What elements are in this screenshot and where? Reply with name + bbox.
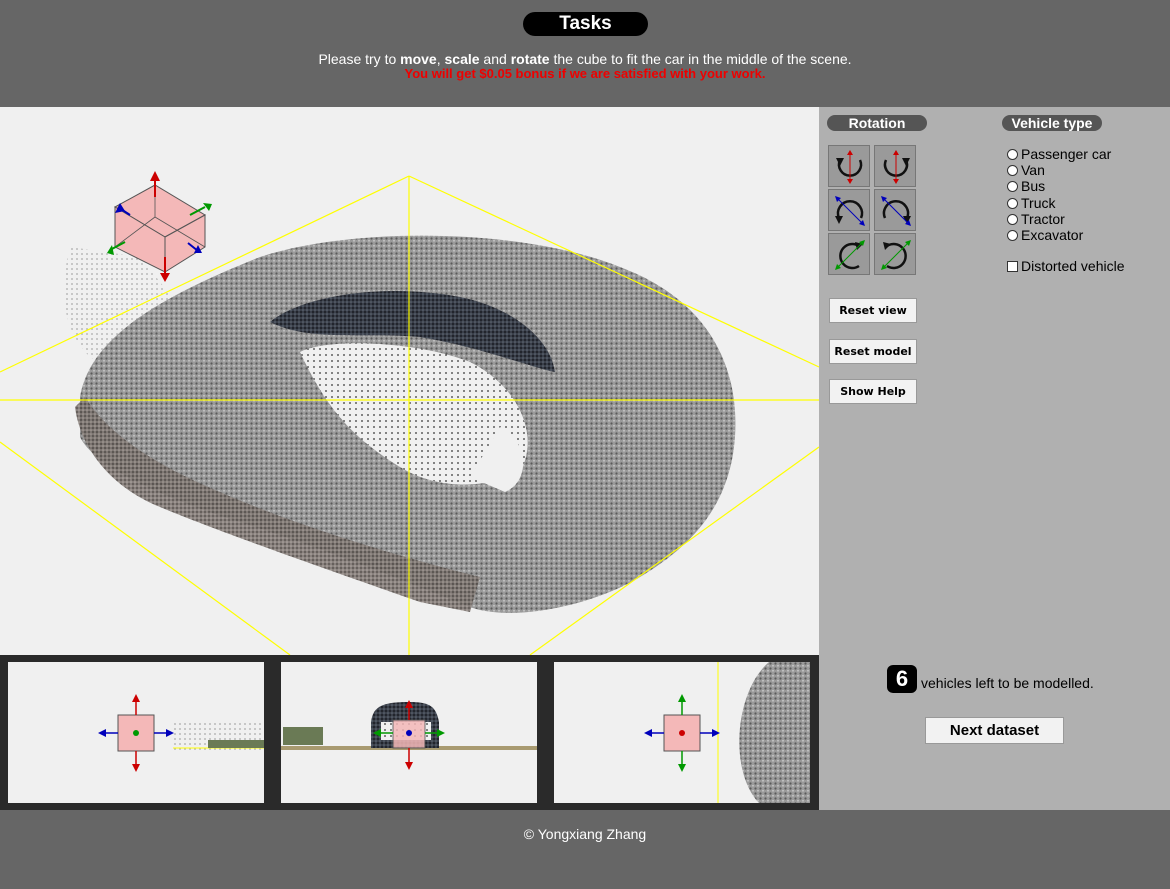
- copyright: © Yongxiang Zhang: [523, 826, 647, 842]
- view-side[interactable]: [8, 662, 264, 803]
- option-label: Truck: [1021, 195, 1056, 211]
- remaining-count-text: vehicles left to be modelled.: [921, 675, 1094, 691]
- point-cloud-scene[interactable]: [0, 107, 819, 655]
- control-panel: Rotation Vehicle type Reset view Reset m…: [819, 107, 1170, 810]
- distorted-vehicle-checkbox[interactable]: Distorted vehicle: [1007, 258, 1125, 274]
- vehicle-option-tractor[interactable]: Tractor: [1007, 211, 1065, 227]
- vehicle-option-bus[interactable]: Bus: [1007, 178, 1045, 194]
- next-dataset-button[interactable]: Next dataset: [925, 717, 1064, 744]
- instruction-scale: scale: [444, 51, 480, 67]
- checkbox-label: Distorted vehicle: [1021, 258, 1125, 274]
- remaining-count-badge: 6: [887, 665, 917, 693]
- rotation-header: Rotation: [827, 115, 927, 131]
- radio-icon[interactable]: [1007, 214, 1018, 225]
- radio-icon[interactable]: [1007, 230, 1018, 241]
- header: Tasks Please try to move, scale and rota…: [0, 0, 1170, 107]
- instruction-text: ,: [436, 51, 445, 67]
- vehicle-option-passenger-car[interactable]: Passenger car: [1007, 146, 1111, 162]
- instruction-move: move: [400, 51, 437, 67]
- vehicle-type-header: Vehicle type: [1002, 115, 1102, 131]
- radio-icon[interactable]: [1007, 149, 1018, 160]
- rotate-ccw-x-button[interactable]: [828, 233, 870, 275]
- option-label: Passenger car: [1021, 146, 1112, 162]
- show-help-button[interactable]: Show Help: [829, 379, 917, 404]
- instruction-rotate: rotate: [510, 51, 550, 67]
- option-label: Tractor: [1021, 211, 1065, 227]
- reset-model-button[interactable]: Reset model: [829, 339, 917, 364]
- orthographic-views: [0, 655, 819, 810]
- vehicle-option-truck[interactable]: Truck: [1007, 195, 1055, 211]
- rotate-ccw-z-button[interactable]: [828, 189, 870, 231]
- radio-icon[interactable]: [1007, 165, 1018, 176]
- instruction-text: the cube to fit the car in the middle of…: [549, 51, 852, 67]
- view-top[interactable]: [554, 662, 810, 803]
- radio-icon[interactable]: [1007, 198, 1018, 209]
- reset-view-button[interactable]: Reset view: [829, 298, 917, 323]
- rotate-ccw-y-button[interactable]: [828, 145, 870, 187]
- radio-icon[interactable]: [1007, 181, 1018, 192]
- rotate-cw-x-button[interactable]: [874, 233, 916, 275]
- option-label: Van: [1021, 162, 1045, 178]
- tasks-title: Tasks: [523, 12, 648, 36]
- main-3d-viewport[interactable]: [0, 107, 819, 655]
- view-front[interactable]: [281, 662, 537, 803]
- task-instruction: Please try to move, scale and rotate the…: [0, 51, 1170, 67]
- checkbox-icon[interactable]: [1007, 261, 1018, 272]
- rotate-cw-y-button[interactable]: [874, 145, 916, 187]
- option-label: Excavator: [1021, 227, 1084, 243]
- instruction-text: Please try to: [318, 51, 401, 67]
- rotate-cw-z-button[interactable]: [874, 189, 916, 231]
- option-label: Bus: [1021, 178, 1046, 194]
- footer: © Yongxiang Zhang: [0, 810, 1170, 889]
- instruction-text: and: [479, 51, 511, 67]
- vehicle-option-excavator[interactable]: Excavator: [1007, 227, 1083, 243]
- vehicle-option-van[interactable]: Van: [1007, 162, 1045, 178]
- bonus-notice: You will get $0.05 bonus if we are satis…: [404, 66, 766, 81]
